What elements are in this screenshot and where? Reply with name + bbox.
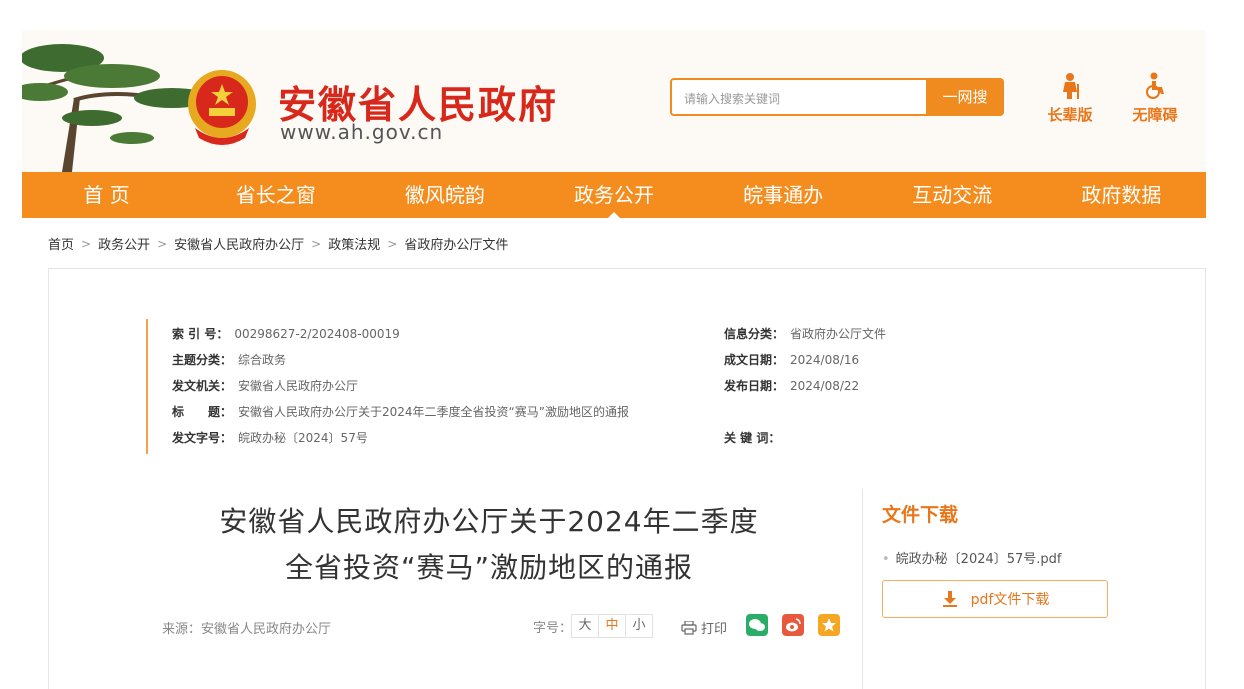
meta-value: 皖政办秘〔2024〕57号	[238, 431, 368, 445]
divider	[862, 489, 863, 689]
pine-tree-logo	[22, 44, 210, 172]
meta-keywords: 关 键 词：	[724, 429, 786, 446]
elder-person-icon	[1063, 73, 1079, 99]
font-size-medium-button[interactable]: 中	[598, 614, 627, 638]
meta-value: 综合政务	[238, 353, 287, 367]
meta-topic: 主题分类： 综合政务	[172, 351, 286, 368]
meta-value: 安徽省人民政府办公厅关于2024年二季度全省投资“赛马”激励地区的通报	[238, 405, 629, 419]
accessibility-label: 无障碍	[1132, 106, 1178, 124]
national-emblem-icon	[188, 70, 256, 145]
search-button[interactable]: 一网搜	[926, 78, 1004, 116]
chevron-right-icon: >	[157, 236, 168, 251]
breadcrumb: 首页 > 政务公开 > 安徽省人民政府办公厅 > 政策法规 > 省政府办公厅文件	[48, 234, 508, 254]
document-meta: 索 引 号： 00298627-2/202408-00019 主题分类： 综合政务 …	[146, 319, 1046, 454]
chevron-right-icon: >	[81, 236, 92, 251]
meta-label: 关 键 词：	[724, 431, 781, 445]
meta-label: 发布日期：	[724, 379, 785, 393]
meta-label: 发文机关：	[172, 379, 233, 393]
wheelchair-icon	[1146, 72, 1164, 99]
meta-label: 主题分类：	[172, 353, 233, 367]
meta-label: 标 题：	[172, 405, 233, 419]
meta-doc-no: 发文字号： 皖政办秘〔2024〕57号	[172, 429, 368, 446]
font-size-small-button[interactable]: 小	[625, 614, 654, 638]
meta-label: 索 引 号：	[172, 327, 229, 341]
nav-item-data[interactable]: 政府数据	[1037, 172, 1206, 218]
print-label: 打印	[701, 622, 728, 637]
bullet-icon: •	[882, 552, 890, 567]
print-button[interactable]: 打印	[681, 618, 727, 637]
meta-value: 00298627-2/202408-00019	[234, 327, 400, 341]
meta-value: 安徽省人民政府办公厅	[238, 379, 359, 393]
article-title-line: 安徽省人民政府办公厅关于2024年二季度	[219, 505, 759, 538]
meta-label: 信息分类：	[724, 327, 785, 341]
wechat-share-icon[interactable]	[746, 614, 768, 636]
site-url: www.ah.gov.cn	[280, 120, 444, 144]
search-input[interactable]: 请输入搜索关键词	[670, 78, 928, 116]
meta-info-category: 信息分类： 省政府办公厅文件	[724, 325, 886, 342]
site-header: 安徽省人民政府 www.ah.gov.cn 请输入搜索关键词 一网搜 长辈版 无…	[22, 30, 1206, 172]
breadcrumb-item[interactable]: 省政府办公厅文件	[404, 234, 508, 253]
breadcrumb-item[interactable]: 政策法规	[328, 234, 380, 253]
pdf-download-label: pdf文件下载	[970, 592, 1050, 608]
breadcrumb-item[interactable]: 安徽省人民政府办公厅	[174, 234, 304, 253]
font-size-large-button[interactable]: 大	[571, 614, 600, 638]
weibo-share-icon[interactable]	[782, 614, 804, 636]
meta-value: 省政府办公厅文件	[790, 327, 887, 341]
meta-value: 2024/08/16	[790, 353, 860, 367]
favorite-star-icon[interactable]	[818, 614, 840, 636]
chevron-right-icon: >	[311, 236, 322, 251]
download-section-title: 文件下载	[882, 504, 959, 526]
meta-label: 发文字号：	[172, 431, 233, 445]
article-source: 来源：安徽省人民政府办公厅	[162, 622, 332, 637]
printer-icon	[681, 620, 697, 635]
elder-mode-button[interactable]: 长辈版	[1040, 72, 1100, 125]
accessibility-button[interactable]: 无障碍	[1125, 72, 1185, 125]
nav-item-services[interactable]: 皖事通办	[699, 172, 868, 218]
nav-item-gov-affairs[interactable]: 政务公开	[529, 172, 698, 218]
nav-item-home[interactable]: 首 页	[22, 172, 191, 218]
breadcrumb-item[interactable]: 政务公开	[98, 234, 150, 253]
nav-item-governor[interactable]: 省长之窗	[191, 172, 360, 218]
download-file-link[interactable]: • 皖政办秘〔2024〕57号.pdf	[882, 548, 1062, 567]
article-title: 安徽省人民政府办公厅关于2024年二季度 全省投资“赛马”激励地区的通报	[179, 499, 799, 591]
meta-written-date: 成文日期： 2024/08/16	[724, 351, 859, 368]
breadcrumb-item[interactable]: 首页	[48, 234, 74, 253]
font-size-control: 字号： 大 中 小	[533, 614, 654, 638]
meta-published-date: 发布日期： 2024/08/22	[724, 377, 859, 394]
meta-issuer: 发文机关： 安徽省人民政府办公厅	[172, 377, 358, 394]
article-title-line: 全省投资“赛马”激励地区的通报	[284, 551, 693, 584]
meta-value: 2024/08/22	[790, 379, 860, 393]
nav-item-culture[interactable]: 徽风皖韵	[360, 172, 529, 218]
meta-title: 标 题： 安徽省人民政府办公厅关于2024年二季度全省投资“赛马”激励地区的通报	[172, 403, 629, 420]
font-size-label: 字号：	[533, 620, 573, 636]
meta-label: 成文日期：	[724, 353, 785, 367]
content-panel: 索 引 号： 00298627-2/202408-00019 主题分类： 综合政务 …	[48, 268, 1206, 689]
pdf-download-button[interactable]: pdf文件下载	[882, 580, 1108, 618]
elder-mode-label: 长辈版	[1047, 106, 1093, 124]
download-file-name: 皖政办秘〔2024〕57号.pdf	[895, 552, 1062, 567]
main-nav: 首 页 省长之窗 徽风皖韵 政务公开 皖事通办 互动交流 政府数据	[22, 172, 1206, 218]
meta-index-no: 索 引 号： 00298627-2/202408-00019	[172, 325, 400, 342]
download-icon	[942, 591, 957, 607]
chevron-right-icon: >	[387, 236, 398, 251]
nav-item-interaction[interactable]: 互动交流	[868, 172, 1037, 218]
